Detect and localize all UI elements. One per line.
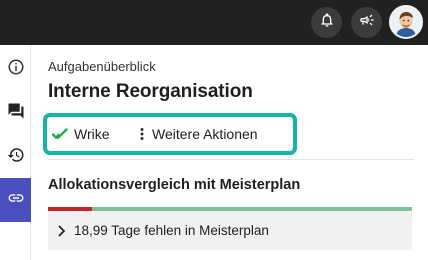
more-vert-icon	[138, 127, 146, 141]
notifications-button[interactable]	[311, 7, 342, 38]
allocation-section-title: Allokationsvergleich mit Meisterplan	[48, 177, 301, 193]
user-avatar[interactable]	[389, 5, 423, 39]
wrike-button-label: Wrike	[74, 126, 110, 142]
top-bar	[0, 0, 428, 45]
rail-item-links[interactable]	[0, 178, 31, 222]
task-title: Interne Reorganisation	[48, 81, 253, 102]
allocation-detail-text: 18,99 Tage fehlen in Meisterplan	[74, 223, 269, 238]
rail-item-comments[interactable]	[0, 91, 31, 135]
link-icon	[7, 189, 25, 212]
avatar-illustration	[391, 7, 421, 37]
rail-item-info[interactable]	[0, 47, 31, 91]
bell-icon	[319, 12, 335, 33]
more-actions-button[interactable]: Weitere Aktionen	[138, 125, 258, 143]
announcements-button[interactable]	[351, 7, 382, 38]
megaphone-icon	[359, 12, 375, 33]
wrike-check-icon	[52, 128, 68, 140]
history-icon	[7, 146, 25, 169]
left-rail	[0, 45, 31, 260]
wrike-button[interactable]: Wrike	[52, 125, 110, 143]
info-icon	[7, 58, 25, 81]
rail-item-history[interactable]	[0, 135, 31, 179]
section-divider	[48, 159, 414, 160]
allocation-detail-row[interactable]: 18,99 Tage fehlen in Meisterplan	[48, 211, 412, 250]
panel-overline: Aufgabenüberblick	[48, 59, 156, 74]
more-actions-label: Weitere Aktionen	[152, 126, 258, 142]
chevron-right-icon	[58, 225, 66, 237]
chat-icon	[7, 102, 25, 125]
task-overview-panel: Aufgabenüberblick Interne Reorganisation…	[32, 45, 428, 260]
